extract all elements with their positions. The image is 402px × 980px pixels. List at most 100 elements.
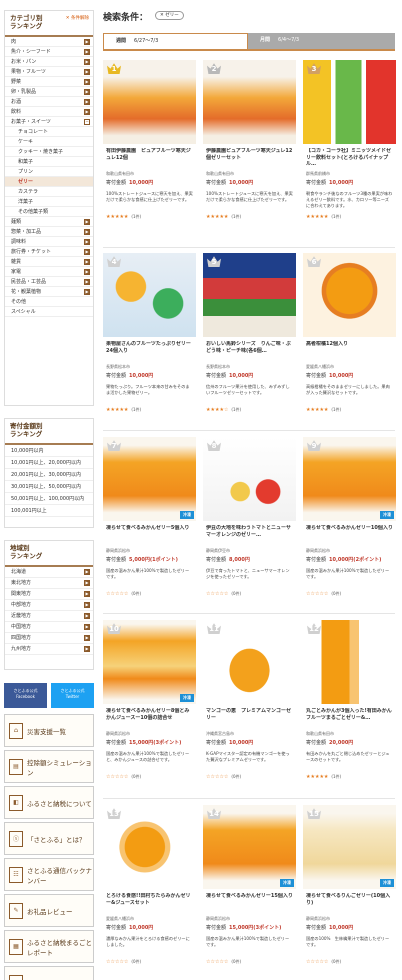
- amount-filter-link[interactable]: 30,001円以上、50,000円以内: [5, 481, 93, 493]
- ranking-item-card[interactable]: 12 丸ごとみかんが3個入った!有田みかんフルーツまるごとゼリー&… 和歌山県有田市…: [303, 620, 396, 780]
- category-item[interactable]: 肉 ▶: [5, 37, 93, 47]
- product-image[interactable]: 11: [203, 620, 296, 704]
- item-name-link[interactable]: 凍らせて食べるみかんゼリー15個入り: [206, 893, 293, 913]
- tab-monthly[interactable]: 月間 6/4〜7/3: [248, 33, 395, 50]
- tab-weekly[interactable]: 週間 6/27〜7/3: [103, 33, 248, 50]
- region-item[interactable]: 北海道 ▶: [5, 567, 93, 578]
- region-item[interactable]: 九州地方 ▶: [5, 644, 93, 655]
- item-name-link[interactable]: 凍らせて食べるみかんゼリー10個入り: [306, 525, 393, 545]
- product-image[interactable]: 9 冷凍: [303, 437, 396, 521]
- subcategory-item[interactable]: チョコレート: [5, 127, 93, 137]
- sidebar-banner[interactable]: ⓢ 「さとふる」とは？: [4, 822, 94, 855]
- review-count[interactable]: (0件): [131, 959, 141, 964]
- item-name-link[interactable]: 有田伊藤農園 ピュアフルーツ寒天ジュレ12個: [106, 148, 193, 168]
- item-name-link[interactable]: 果物屋さんのフルーツたっぷりゼリー24個入り: [106, 341, 193, 361]
- region-item[interactable]: 中部地方 ▶: [5, 600, 93, 611]
- condition-chip[interactable]: ✕ ゼリー: [155, 11, 184, 20]
- item-name-link[interactable]: おいしい馬鈴シリーズ りんご味・ぶどう味・ピーチ味(各6個…: [206, 341, 293, 361]
- sidebar-banner[interactable]: ✎ お礼品レビュー: [4, 894, 94, 927]
- item-name-link[interactable]: とろける食感!!田村ちたらみかんゼリー&ジュースセット: [106, 893, 193, 913]
- product-image[interactable]: 15 冷凍: [303, 805, 396, 889]
- category-item[interactable]: 卵・乳製品 ▶: [5, 87, 93, 97]
- category-item[interactable]: 花・観葉植物 ▶: [5, 287, 93, 297]
- category-item[interactable]: その他: [5, 297, 93, 307]
- product-image[interactable]: 8: [203, 437, 296, 521]
- item-name-link[interactable]: 伊豆の大地を味わうトマトとニューサマーオレンジのゼリー…: [206, 525, 293, 545]
- review-count[interactable]: (0件): [231, 774, 241, 779]
- clear-condition-link[interactable]: ✕ 条件解除: [66, 15, 89, 23]
- category-item[interactable]: 果物・フルーツ ▶: [5, 67, 93, 77]
- item-name-link[interactable]: マンゴーの恵 プレミアムマンゴーゼリー: [206, 708, 293, 728]
- category-item[interactable]: 旅行券・チケット ▶: [5, 247, 93, 257]
- sidebar-banner[interactable]: ▤ 控除額シミュレーション: [4, 750, 94, 783]
- item-name-link[interactable]: 凍らせて食べるみかんゼリー8個とみかんジュースー10個の詰合せ: [106, 708, 193, 728]
- subcategory-item[interactable]: 和菓子: [5, 157, 93, 167]
- category-item[interactable]: お酒 ▶: [5, 97, 93, 107]
- category-item[interactable]: 魚介・シーフード ▶: [5, 47, 93, 57]
- product-image[interactable]: 3: [303, 60, 396, 144]
- sidebar-banner[interactable]: ◧ ふるさと納税について: [4, 786, 94, 819]
- amount-filter-link[interactable]: 100,001円以上: [5, 505, 93, 517]
- review-count[interactable]: (1件): [131, 407, 141, 412]
- ranking-item-card[interactable]: 3 【コカ・コーラ社】ミニッツメイドゼリー飲料セット(とろけるパイナップル… 群馬県…: [303, 60, 396, 220]
- category-item[interactable]: 野菜 ▶: [5, 77, 93, 87]
- subcategory-item[interactable]: その他菓子類: [5, 207, 93, 217]
- category-item[interactable]: 惣菜・加工品 ▶: [5, 227, 93, 237]
- category-item[interactable]: 雑貨 ▶: [5, 257, 93, 267]
- ranking-item-card[interactable]: 13 とろける食感!!田村ちたらみかんゼリー&ジュースセット 愛媛県八幡浜市 寄付金額…: [103, 805, 196, 965]
- review-count[interactable]: (1件): [131, 214, 141, 219]
- subcategory-item[interactable]: プリン: [5, 167, 93, 177]
- ranking-item-card[interactable]: 14 冷凍 凍らせて食べるみかんゼリー15個入り 静岡県浜松市 寄付金額 15,000円(…: [203, 805, 296, 965]
- product-image[interactable]: 14 冷凍: [203, 805, 296, 889]
- category-item[interactable]: 民芸品・工芸品 ▶: [5, 277, 93, 287]
- review-count[interactable]: (0件): [231, 591, 241, 596]
- category-item[interactable]: 飲料 ▶: [5, 107, 93, 117]
- product-image[interactable]: 1: [103, 60, 196, 144]
- subcategory-item[interactable]: ケーキ: [5, 137, 93, 147]
- amount-filter-link[interactable]: 20,001円以上、30,000円以内: [5, 469, 93, 481]
- review-count[interactable]: (1件): [331, 774, 341, 779]
- product-image[interactable]: 12: [303, 620, 396, 704]
- facebook-button[interactable]: さとふる公式 Facebook: [4, 683, 47, 708]
- item-name-link[interactable]: 凍らせて食べるみかんゼリー5個入り: [106, 525, 193, 545]
- region-item[interactable]: 四国地方 ▶: [5, 633, 93, 644]
- review-count[interactable]: (0件): [331, 591, 341, 596]
- product-image[interactable]: 6: [303, 253, 396, 337]
- sidebar-banner[interactable]: ⌂ 災害支援一覧: [4, 714, 94, 747]
- ranking-item-card[interactable]: 6 高者柑橘12個入り 愛媛県八幡浜市 寄付金額 10,000円 高級柑橘をそのままゼリー…: [303, 253, 396, 413]
- review-count[interactable]: (0件): [231, 959, 241, 964]
- region-item[interactable]: 近畿地方 ▶: [5, 611, 93, 622]
- review-count[interactable]: (1件): [331, 407, 341, 412]
- item-name-link[interactable]: 凍らせて食べるりんごゼリー(10個入り): [306, 893, 393, 913]
- ranking-item-card[interactable]: 1 有田伊藤農園 ピュアフルーツ寒天ジュレ12個 和歌山県有田市 寄付金額 10,000…: [103, 60, 196, 220]
- review-count[interactable]: (0件): [331, 959, 341, 964]
- amount-filter-link[interactable]: 10,000円以内: [5, 445, 93, 457]
- ranking-item-card[interactable]: 10 冷凍 凍らせて食べるみかんゼリー8個とみかんジュースー10個の詰合せ 静岡県浜松…: [103, 620, 196, 780]
- category-item[interactable]: 調味料 ▶: [5, 237, 93, 247]
- category-item[interactable]: 家電 ▶: [5, 267, 93, 277]
- ranking-item-card[interactable]: 4 果物屋さんのフルーツたっぷりゼリー24個入り 長野県松本市 寄付金額 10,000円…: [103, 253, 196, 413]
- twitter-button[interactable]: さとふる公式 Twitter: [51, 683, 94, 708]
- region-item[interactable]: 中国地方 ▶: [5, 622, 93, 633]
- category-item[interactable]: スペシャル: [5, 307, 93, 317]
- category-item[interactable]: 麺類 ▶: [5, 217, 93, 227]
- product-image[interactable]: 13: [103, 805, 196, 889]
- product-image[interactable]: 10 冷凍: [103, 620, 196, 704]
- product-image[interactable]: 4: [103, 253, 196, 337]
- ranking-item-card[interactable]: 9 冷凍 凍らせて食べるみかんゼリー10個入り 静岡県浜松市 寄付金額 10,000円(2…: [303, 437, 396, 597]
- ranking-item-card[interactable]: 7 冷凍 凍らせて食べるみかんゼリー5個入り 静岡県浜松市 寄付金額 5,000円(1ポイ…: [103, 437, 196, 597]
- sidebar-banner[interactable]: ☷ さとふる通信バックナンバー: [4, 858, 94, 891]
- review-count[interactable]: (0件): [131, 591, 141, 596]
- subcategory-item[interactable]: クッキー・焼き菓子: [5, 147, 93, 157]
- sidebar-banner[interactable]: ▦ ふるさと納税まるごとレポート: [4, 930, 94, 963]
- region-item[interactable]: 関東地方 ▶: [5, 589, 93, 600]
- subcategory-item[interactable]: 洋菓子: [5, 197, 93, 207]
- category-item[interactable]: お米・パン ▶: [5, 57, 93, 67]
- item-name-link[interactable]: 高者柑橘12個入り: [306, 341, 393, 361]
- item-name-link[interactable]: 伊藤農園ピュアフルーツ寒天ジュレ12個ゼリーセット: [206, 148, 293, 168]
- subcategory-item[interactable]: ゼリー: [5, 177, 93, 187]
- ranking-item-card[interactable]: 11 マンゴーの恵 プレミアムマンゴーゼリー 沖縄県宮古島市 寄付金額 10,000円 K…: [203, 620, 296, 780]
- review-count[interactable]: (1件): [231, 407, 241, 412]
- review-count[interactable]: (1件): [231, 214, 241, 219]
- ranking-item-card[interactable]: 8 伊豆の大地を味わうトマトとニューサマーオレンジのゼリー… 静岡県伊豆市 寄付金額 8…: [203, 437, 296, 597]
